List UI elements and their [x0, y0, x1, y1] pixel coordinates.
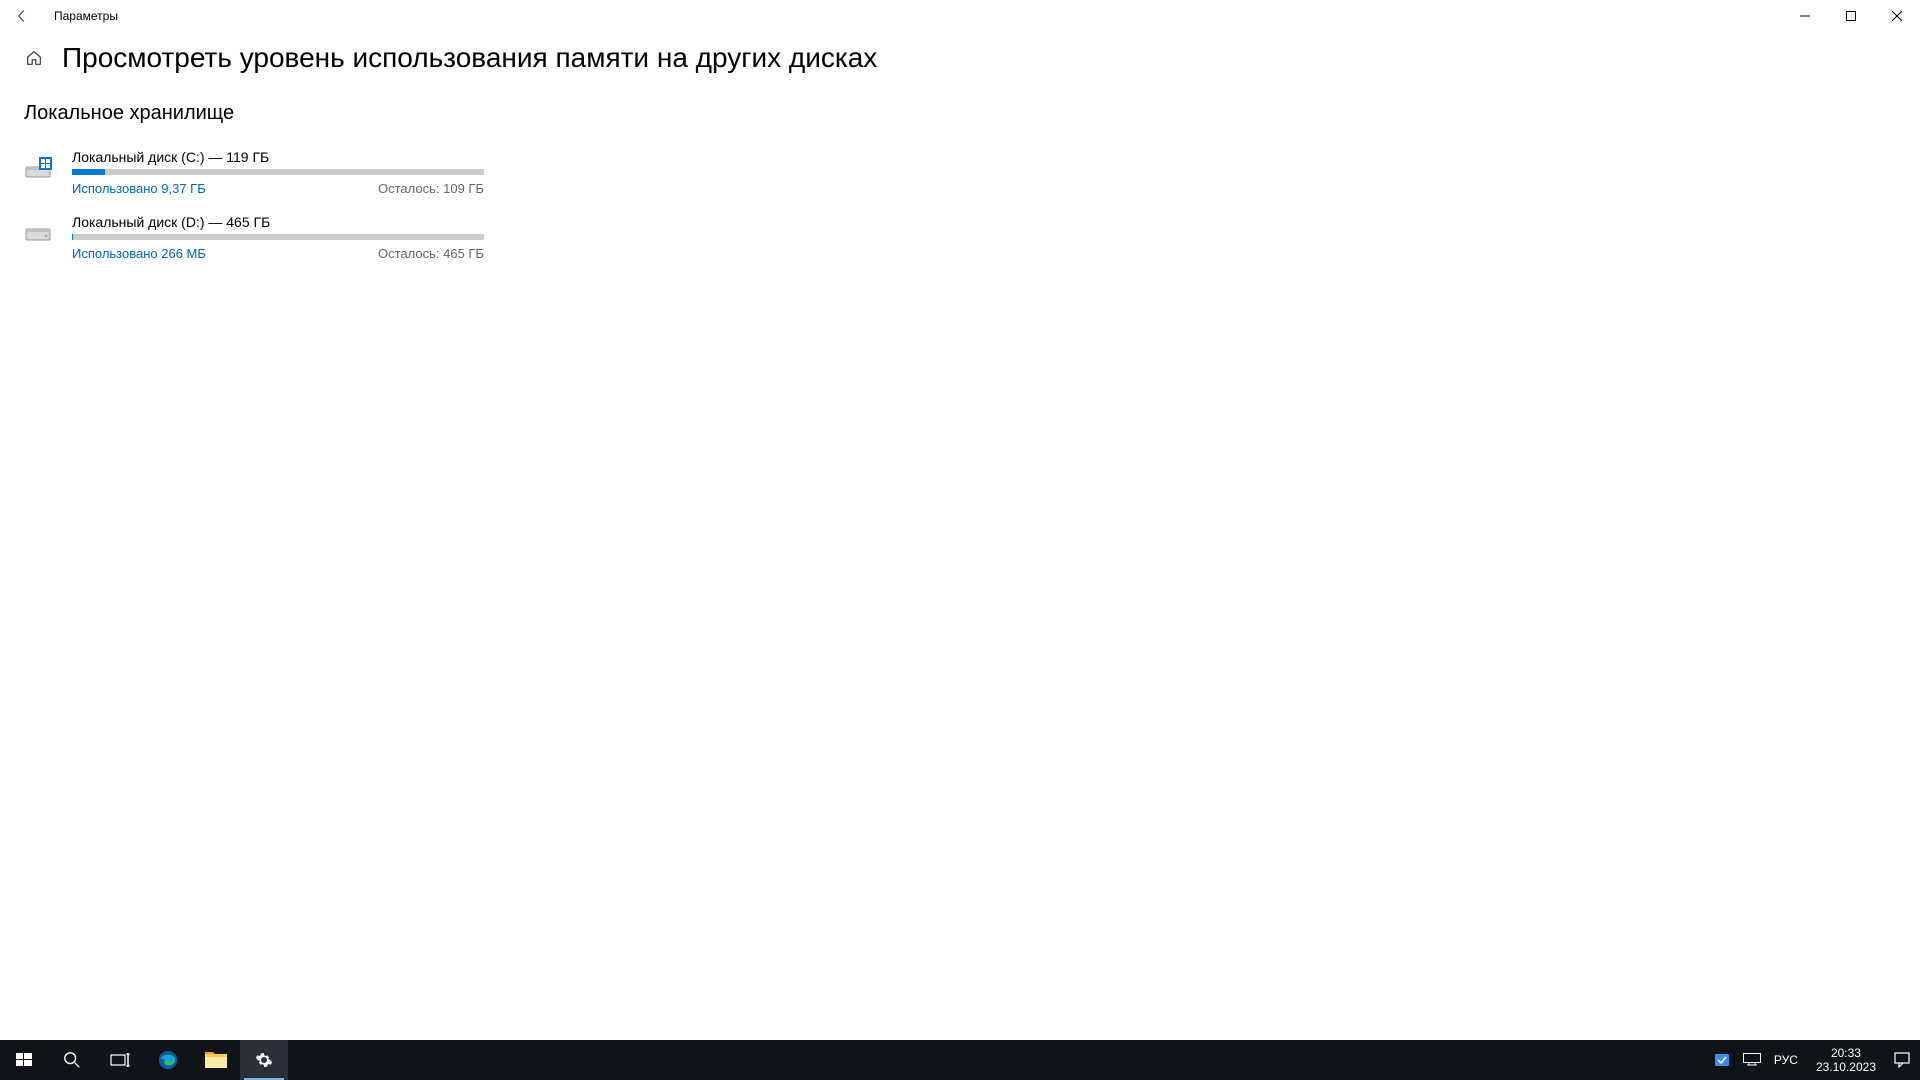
- page-title: Просмотреть уровень использования памяти…: [62, 42, 877, 74]
- usage-bar: [72, 234, 484, 240]
- search-button[interactable]: [48, 1040, 96, 1080]
- home-button[interactable]: [24, 48, 44, 68]
- edge-app-icon[interactable]: [144, 1040, 192, 1080]
- usage-bar: [72, 169, 484, 175]
- usage-fill: [72, 234, 73, 240]
- disk-list: Локальный диск (C:) — 119 ГБ Использован…: [24, 149, 1896, 261]
- tray-notifications-icon[interactable]: [1890, 1040, 1914, 1080]
- disk-name: Локальный диск (D:) — 465 ГБ: [72, 214, 484, 230]
- window-title: Параметры: [54, 9, 118, 23]
- taskbar: РУС 20:33 23.10.2023: [0, 1040, 1920, 1080]
- maximize-button[interactable]: [1828, 0, 1874, 32]
- tray-security-icon[interactable]: [1710, 1040, 1734, 1080]
- titlebar: Параметры: [0, 0, 1920, 32]
- free-label: Осталось: 465 ГБ: [378, 246, 484, 261]
- drive-icon: [24, 155, 54, 183]
- tray-time: 20:33: [1816, 1046, 1876, 1060]
- usage-fill: [72, 169, 105, 175]
- content-area: Просмотреть уровень использования памяти…: [0, 32, 1920, 261]
- free-label: Осталось: 109 ГБ: [378, 181, 484, 196]
- start-button[interactable]: [0, 1040, 48, 1080]
- used-label: Использовано 9,37 ГБ: [72, 181, 206, 196]
- section-title: Локальное хранилище: [24, 102, 1896, 125]
- close-button[interactable]: [1874, 0, 1920, 32]
- minimize-button[interactable]: [1782, 0, 1828, 32]
- tray-clock[interactable]: 20:33 23.10.2023: [1808, 1046, 1884, 1075]
- disk-name: Локальный диск (C:) — 119 ГБ: [72, 149, 484, 165]
- tray-keyboard-icon[interactable]: [1740, 1040, 1764, 1080]
- file-explorer-icon[interactable]: [192, 1040, 240, 1080]
- back-button[interactable]: [10, 4, 34, 28]
- drive-icon: [24, 220, 54, 248]
- tray-date: 23.10.2023: [1816, 1060, 1876, 1074]
- settings-app-icon[interactable]: [240, 1040, 288, 1080]
- disk-item[interactable]: Локальный диск (C:) — 119 ГБ Использован…: [24, 149, 484, 196]
- task-view-button[interactable]: [96, 1040, 144, 1080]
- used-label: Использовано 266 МБ: [72, 246, 206, 261]
- tray-language[interactable]: РУС: [1770, 1053, 1802, 1067]
- disk-item[interactable]: Локальный диск (D:) — 465 ГБ Использован…: [24, 214, 484, 261]
